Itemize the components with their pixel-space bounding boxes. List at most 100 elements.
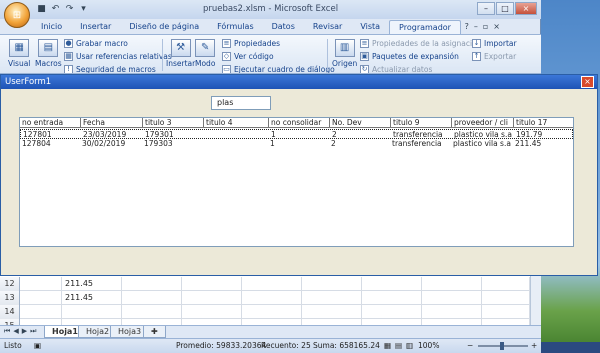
status-recuento: Recuento: 25 <box>261 341 311 350</box>
cell[interactable] <box>122 291 182 305</box>
dialog-close-button[interactable]: × <box>581 76 594 88</box>
cell[interactable] <box>20 291 62 305</box>
ribbon-help: ? – ▫ × <box>465 22 500 31</box>
propiedades-asignacion-button[interactable]: ≡ Propiedades de la asignación <box>360 39 481 48</box>
window-title: pruebas2.xlsm - Microsoft Excel <box>202 4 339 14</box>
column-header: titulo 17 <box>513 118 573 128</box>
column-header: titulo 9 <box>390 118 451 128</box>
list-cell: transferencia <box>392 139 442 148</box>
row-header[interactable]: 13 <box>0 291 20 305</box>
page-layout-icon[interactable]: ▤ <box>395 341 402 350</box>
cell[interactable] <box>242 277 302 291</box>
cell-b[interactable] <box>62 305 122 319</box>
macros-label: Macros <box>35 59 62 68</box>
close-button[interactable]: × <box>515 2 537 15</box>
package-icon: ▣ <box>360 52 369 61</box>
normal-view-icon[interactable]: ▦ <box>384 341 391 350</box>
prev-sheet-icon[interactable]: ◀ <box>13 327 18 336</box>
importar-button[interactable]: ↓ Importar <box>472 39 517 48</box>
list-cell: 2 <box>331 139 336 148</box>
cell[interactable] <box>122 305 182 319</box>
ribbon-minimize-icon[interactable]: – <box>474 22 478 31</box>
cell[interactable] <box>482 305 530 319</box>
exportar-label: Exportar <box>484 52 517 61</box>
cell-b[interactable]: 211.45 <box>62 291 122 305</box>
insertar-control-button[interactable]: ⚒ Insertar <box>166 39 195 68</box>
zoom-level[interactable]: 100% <box>418 341 439 350</box>
paquetes-expansion-button[interactable]: ▣ Paquetes de expansión <box>360 52 459 61</box>
ejecutar-dialogo-button[interactable]: ▭ Ejecutar cuadro de diálogo <box>222 65 335 73</box>
tab-vista[interactable]: Vista <box>351 20 389 34</box>
first-sheet-icon[interactable]: ⏮ <box>4 327 10 336</box>
list-item[interactable]: 127801 23/03/2019 179301 1 2 transferenc… <box>20 129 573 139</box>
zoom-slider-knob[interactable] <box>500 342 504 350</box>
last-sheet-icon[interactable]: ⏭ <box>30 327 36 336</box>
cell[interactable] <box>20 277 62 291</box>
taskbar-tray <box>541 342 600 353</box>
row-header[interactable]: 14 <box>0 305 20 319</box>
tab-diseno[interactable]: Diseño de página <box>120 20 208 34</box>
tab-insertar[interactable]: Insertar <box>71 20 120 34</box>
propiedades-button[interactable]: ≡ Propiedades <box>222 39 280 48</box>
cell[interactable] <box>482 291 530 305</box>
modo-label: Modo <box>195 59 216 68</box>
list-cell <box>203 139 268 149</box>
modo-diseno-button[interactable]: ✎ Modo <box>195 39 215 68</box>
page-break-icon[interactable]: ▥ <box>406 341 413 350</box>
cell[interactable] <box>302 305 362 319</box>
cell[interactable] <box>302 277 362 291</box>
next-sheet-icon[interactable]: ▶ <box>22 327 27 336</box>
cell[interactable] <box>182 291 242 305</box>
list-item[interactable]: 127804 30/02/2019 179303 1 2 transferenc… <box>20 139 573 149</box>
grabar-macro-button[interactable]: ● Grabar macro <box>64 39 128 48</box>
seguridad-macros-button[interactable]: ! Seguridad de macros <box>64 65 156 74</box>
window-controls: – □ × <box>477 2 537 15</box>
cell[interactable] <box>422 277 482 291</box>
minimize-button[interactable]: – <box>477 2 495 15</box>
cell[interactable] <box>122 277 182 291</box>
origen-button[interactable]: ▥ Origen <box>332 39 357 68</box>
cell-b[interactable]: 211.45 <box>62 277 122 291</box>
office-button[interactable]: ⊞ <box>4 2 30 28</box>
cell[interactable] <box>362 305 422 319</box>
tab-programador[interactable]: Programador <box>389 20 461 34</box>
sheet-row: 14 <box>0 305 530 319</box>
cell[interactable] <box>182 277 242 291</box>
cell[interactable] <box>422 291 482 305</box>
tab-revisar[interactable]: Revisar <box>304 20 351 34</box>
column-header: titulo 4 <box>203 118 268 128</box>
referencias-relativas-button[interactable]: ▦ Usar referencias relativas <box>64 52 172 61</box>
cell[interactable] <box>182 305 242 319</box>
cell[interactable] <box>242 291 302 305</box>
results-listbox[interactable]: no entrada Fecha titulo 3 titulo 4 no co… <box>19 117 574 247</box>
tab-inicio[interactable]: Inicio <box>32 20 71 34</box>
toolbox-icon: ⚒ <box>170 39 191 57</box>
row-header[interactable]: 12 <box>0 277 20 291</box>
cell[interactable] <box>242 305 302 319</box>
visual-basic-button[interactable]: ▦ Visual <box>8 39 30 68</box>
status-promedio: Promedio: 59833.20364 <box>176 341 267 350</box>
help-icon[interactable]: ? <box>465 22 469 31</box>
tab-datos[interactable]: Datos <box>263 20 304 34</box>
macro-record-icon[interactable]: ▣ <box>34 341 41 350</box>
search-input[interactable]: plas <box>211 96 271 110</box>
zoom-in-button[interactable]: + <box>531 341 537 350</box>
cell[interactable] <box>362 277 422 291</box>
actualizar-datos-button[interactable]: ↻ Actualizar datos <box>360 65 432 73</box>
importar-label: Importar <box>484 39 517 48</box>
cell[interactable] <box>302 291 362 305</box>
ver-codigo-button[interactable]: ◇ Ver código <box>222 52 274 61</box>
cell[interactable] <box>20 305 62 319</box>
macros-button[interactable]: ▤ Macros <box>35 39 62 68</box>
cell[interactable] <box>482 277 530 291</box>
maximize-button[interactable]: □ <box>496 2 514 15</box>
cell[interactable] <box>422 305 482 319</box>
cell[interactable] <box>362 291 422 305</box>
ribbon-close-icon[interactable]: × <box>493 22 500 31</box>
zoom-out-button[interactable]: − <box>467 341 473 350</box>
ribbon-restore-icon[interactable]: ▫ <box>483 22 488 31</box>
seguridad-label: Seguridad de macros <box>76 65 156 74</box>
exportar-button[interactable]: ↑ Exportar <box>472 52 516 61</box>
tab-formulas[interactable]: Fórmulas <box>208 20 263 34</box>
insert-sheet-icon[interactable]: ✚ <box>143 326 166 338</box>
